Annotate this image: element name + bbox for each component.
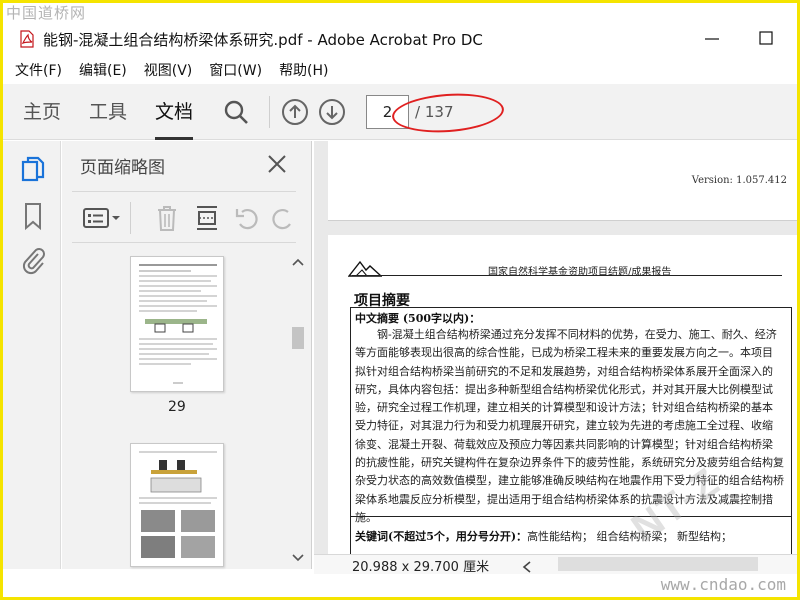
site-watermark: 中国道桥网 — [6, 4, 87, 22]
menu-help[interactable]: 帮助(H) — [279, 60, 328, 80]
nsfc-logo-icon — [347, 259, 383, 281]
panel-title: 页面缩略图 — [80, 158, 165, 178]
toolbar-divider — [269, 95, 271, 128]
previous-page: Version: 1.057.412 — [328, 141, 797, 221]
menu-bar: 文件(F) 编辑(E) 视图(V) 窗口(W) 帮助(H) — [3, 56, 797, 84]
main-toolbar: 主页 工具 文档 2 / 137 — [3, 84, 797, 140]
thumbnail-toolbar — [72, 191, 296, 243]
page-thumbnails-icon[interactable] — [19, 155, 47, 185]
window-title: 能钢-混凝土组合结构桥梁体系研究.pdf - Adobe Acrobat Pro… — [43, 30, 483, 49]
page-size-readout: 20.988 x 29.700 厘米 — [352, 560, 490, 575]
pdf-file-icon — [19, 30, 35, 48]
scroll-left-arrow[interactable] — [522, 558, 532, 573]
close-icon[interactable] — [266, 153, 288, 175]
abstract-line: 验，研究全过程工作机理，建立相关的计算模型和设计方法；针对组合结构桥梁的基本 — [355, 401, 773, 415]
site-url-watermark: www.cndao.com — [660, 575, 786, 594]
document-view[interactable]: Version: 1.057.412 国家自然科学基金资助项目结题/成果报告 项… — [314, 141, 797, 569]
current-page: 国家自然科学基金资助项目结题/成果报告 项目摘要 中文摘要 (500字以内)： … — [328, 235, 797, 569]
page-thumbnail[interactable] — [130, 256, 224, 392]
minimize-button[interactable] — [703, 28, 721, 48]
menu-file[interactable]: 文件(F) — [15, 60, 62, 80]
abstract-box: 中文摘要 (500字以内)： 钢-混凝土组合结构桥梁通过充分发挥不同材料的优势，… — [350, 307, 792, 524]
horizontal-scroll-thumb[interactable] — [558, 557, 758, 571]
bookmark-icon[interactable] — [19, 201, 47, 231]
rotate-left-icon — [232, 204, 262, 232]
tab-home[interactable]: 主页 — [15, 84, 69, 140]
thumbnail-options-icon[interactable] — [82, 204, 122, 232]
thumbnail-panel: 页面缩略图 29 — [62, 141, 312, 569]
abstract-line: 拟针对组合结构桥梁当前研究的不足和发展趋势，对组合结构桥梁体系展开全面深入的 — [355, 364, 773, 378]
abstract-line: 研究，具体内容包括：提出多种新型组合结构桥梁优化形式，并对其开展大比例模型试 — [355, 382, 773, 396]
insert-page-icon[interactable] — [192, 204, 222, 232]
tool-divider — [130, 202, 131, 234]
previous-page-button[interactable] — [282, 98, 309, 125]
thumbnail-scrollbar[interactable] — [290, 253, 306, 567]
abstract-line: 的抗疲性能，研究关键构件在复杂边界条件下的疲劳性能，系统研究分及疲劳组合结构复 — [355, 456, 784, 470]
abstract-line: 徐变、混凝土开裂、荷载效应及预应力等因素共同影响的计算模型；针对组合结构桥梁 — [355, 437, 773, 451]
tab-tools[interactable]: 工具 — [81, 84, 135, 140]
status-bar: 20.988 x 29.700 厘米 — [314, 554, 797, 575]
version-text: Version: 1.057.412 — [691, 175, 787, 186]
navigation-rail — [3, 141, 61, 569]
abstract-heading: 中文摘要 (500字以内)： — [355, 312, 481, 325]
menu-edit[interactable]: 编辑(E) — [79, 60, 127, 80]
rotate-right-icon — [272, 204, 294, 232]
keywords-heading: 关键词(不超过5个，用分号分开)： — [355, 530, 528, 543]
header-rule — [352, 275, 782, 276]
menu-view[interactable]: 视图(V) — [144, 60, 193, 80]
abstract-line: 受力特征，对其混力行为和受力机理展开研究，建立较为先进的考虑施工全过程、收缩 — [355, 419, 773, 433]
maximize-button[interactable] — [757, 28, 775, 48]
tab-document[interactable]: 文档 — [147, 84, 201, 140]
next-page-button[interactable] — [319, 98, 346, 125]
page-thumbnail[interactable] — [130, 443, 224, 567]
menu-window[interactable]: 窗口(W) — [209, 60, 262, 80]
thumbnail-page-label: 29 — [168, 399, 186, 415]
keywords-text: 高性能结构； 组合结构桥梁； 新型结构； — [527, 530, 733, 543]
title-bar: 能钢-混凝土组合结构桥梁体系研究.pdf - Adobe Acrobat Pro… — [3, 22, 797, 56]
abstract-line: 钢-混凝土组合结构桥梁通过充分发挥不同材料的优势，在受力、施工、耐久、经济 — [377, 328, 777, 341]
abstract-line: 等方面能够表现出很高的综合性能，已成为桥梁工程未来的重要发展方向之一。本项目 — [355, 346, 773, 360]
trash-icon — [152, 204, 182, 232]
search-icon[interactable] — [223, 99, 249, 125]
attachment-icon[interactable] — [19, 245, 47, 275]
